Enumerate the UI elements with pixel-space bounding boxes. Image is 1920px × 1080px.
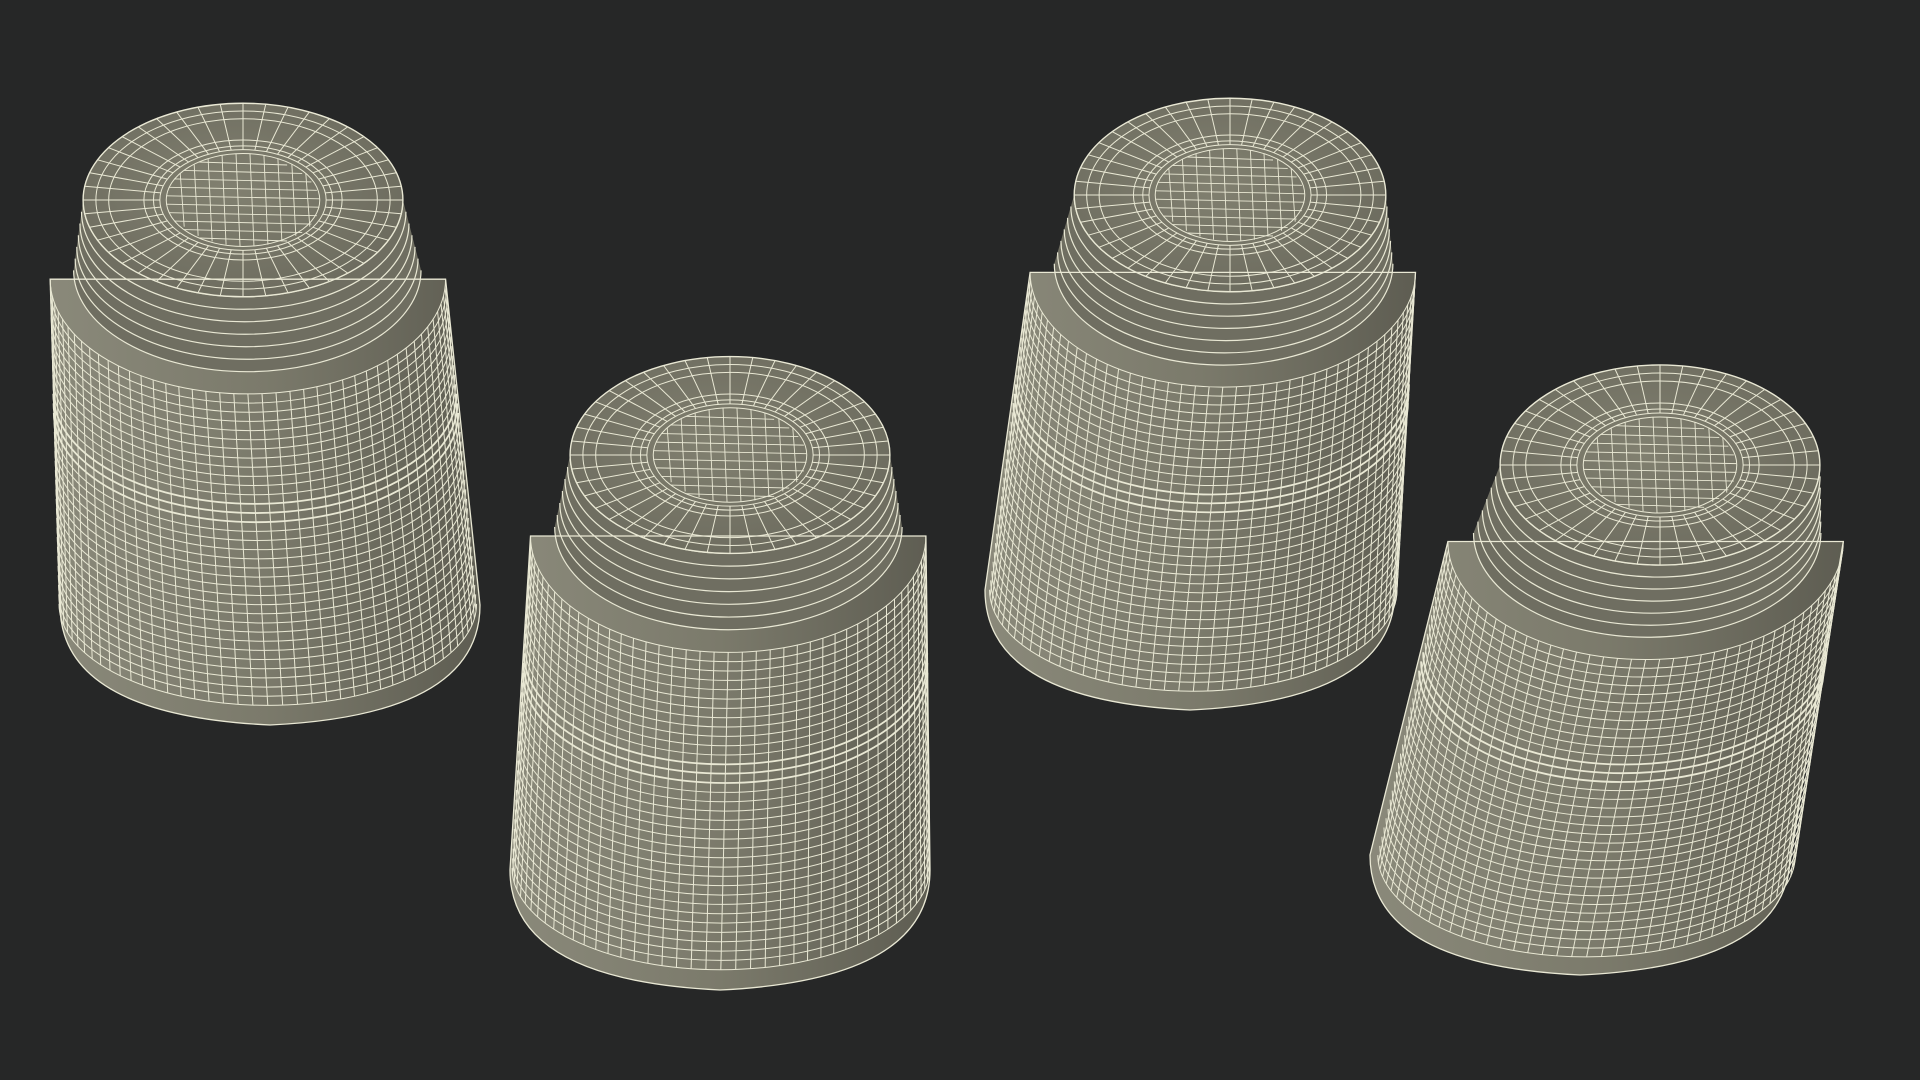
jar-3	[984, 97, 1417, 711]
jars-group	[49, 97, 1845, 991]
jar-4	[1369, 364, 1845, 976]
jar-2	[509, 355, 931, 991]
jar-1	[49, 102, 481, 726]
wireframe-viewport	[49, 97, 1845, 991]
